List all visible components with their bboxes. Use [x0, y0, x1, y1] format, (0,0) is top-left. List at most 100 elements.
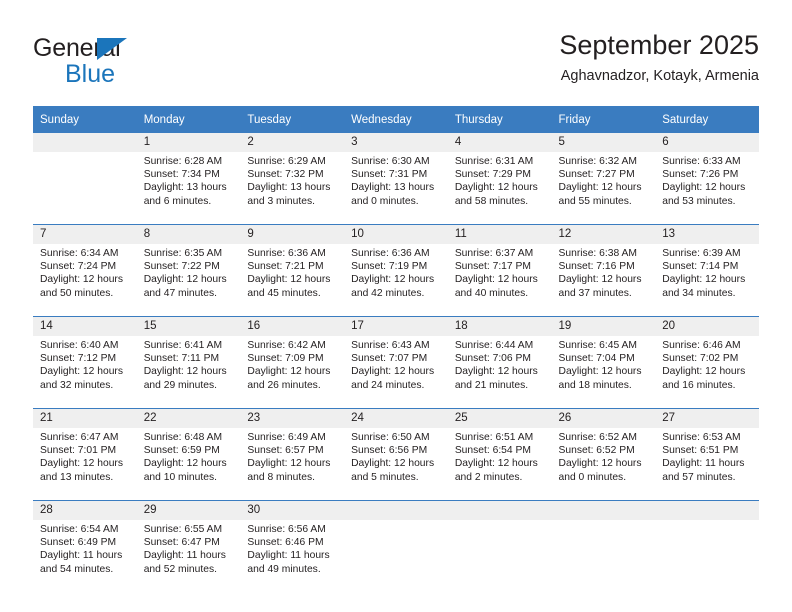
day-cell[interactable]: Sunrise: 6:35 AM Sunset: 7:22 PM Daylight:… [136, 244, 241, 317]
day-number[interactable]: 12 [551, 224, 656, 244]
day-cell[interactable]: Sunrise: 6:38 AM Sunset: 7:16 PM Daylight:… [551, 244, 656, 317]
day-cell[interactable]: Sunrise: 6:29 AM Sunset: 7:32 PM Daylight:… [240, 152, 345, 225]
day-number[interactable]: 17 [344, 316, 448, 336]
daylight-text-cont: and 6 minutes. [143, 195, 212, 207]
day-cell[interactable]: Sunrise: 6:34 AM Sunset: 7:24 PM Daylight:… [33, 244, 137, 317]
day-cell[interactable]: Sunrise: 6:54 AM Sunset: 6:49 PM Daylight:… [33, 520, 137, 592]
day-cell[interactable]: Sunrise: 6:45 AM Sunset: 7:04 PM Daylight:… [551, 336, 656, 409]
sunset-text: Sunset: 7:24 PM [40, 261, 117, 273]
daylight-text: Daylight: 12 hours [662, 366, 746, 378]
day-cell[interactable]: Sunrise: 6:37 AM Sunset: 7:17 PM Daylight:… [447, 244, 552, 317]
day-number[interactable]: 21 [33, 408, 137, 428]
day-number[interactable]: 28 [33, 500, 137, 520]
day-cell[interactable]: Sunrise: 6:49 AM Sunset: 6:57 PM Daylight:… [240, 428, 345, 501]
daylight-text-cont: and 37 minutes. [558, 287, 632, 299]
day-cell[interactable]: Sunrise: 6:36 AM Sunset: 7:19 PM Daylight:… [344, 244, 448, 317]
daylight-text-cont: and 8 minutes. [247, 471, 315, 483]
day-cell[interactable]: Sunrise: 6:33 AM Sunset: 7:26 PM Daylight:… [655, 152, 759, 225]
sunrise-text: Sunrise: 6:31 AM [454, 156, 534, 167]
daylight-text-cont: and 42 minutes. [351, 287, 425, 299]
day-cell[interactable]: Sunrise: 6:51 AM Sunset: 6:54 PM Daylight:… [447, 428, 552, 501]
day-cell[interactable]: Sunrise: 6:43 AM Sunset: 7:07 PM Daylight:… [344, 336, 448, 409]
day-number[interactable]: 29 [136, 500, 241, 520]
week-detail-row: Sunrise: 6:28 AM Sunset: 7:34 PM Daylight:… [33, 152, 759, 225]
sunset-text: Sunset: 6:57 PM [247, 445, 324, 457]
day-number[interactable]: 2 [240, 133, 345, 152]
day-cell[interactable]: Sunrise: 6:40 AM Sunset: 7:12 PM Daylight:… [33, 336, 137, 409]
day-cell[interactable]: Sunrise: 6:44 AM Sunset: 7:06 PM Daylight:… [447, 336, 552, 409]
day-cell[interactable]: Sunrise: 6:28 AM Sunset: 7:34 PM Daylight:… [136, 152, 241, 225]
daylight-text: Daylight: 12 hours [351, 366, 435, 378]
daylight-text: Daylight: 12 hours [558, 182, 642, 194]
day-cell[interactable]: Sunrise: 6:31 AM Sunset: 7:29 PM Daylight:… [447, 152, 552, 225]
day-number[interactable]: 1 [136, 133, 241, 152]
sunrise-text: Sunrise: 6:32 AM [558, 156, 637, 167]
day-number[interactable]: 25 [447, 408, 552, 428]
daylight-text: Daylight: 11 hours [247, 550, 330, 562]
daylight-text: Daylight: 11 hours [143, 550, 226, 562]
sunset-text: Sunset: 6:49 PM [40, 537, 117, 549]
day-number[interactable]: 18 [447, 316, 552, 336]
daylight-text-cont: and 13 minutes. [40, 471, 114, 483]
day-cell[interactable]: Sunrise: 6:47 AM Sunset: 7:01 PM Daylight:… [33, 428, 137, 501]
daylight-text-cont: and 0 minutes. [351, 195, 419, 207]
daylight-text: Daylight: 12 hours [143, 274, 227, 286]
sunrise-text: Sunrise: 6:51 AM [454, 432, 534, 443]
day-cell[interactable]: Sunrise: 6:56 AM Sunset: 6:46 PM Daylight:… [240, 520, 345, 592]
sunrise-text: Sunrise: 6:41 AM [143, 340, 223, 351]
daylight-text-cont: and 49 minutes. [247, 563, 321, 575]
day-cell[interactable]: Sunrise: 6:50 AM Sunset: 6:56 PM Daylight:… [344, 428, 448, 501]
day-cell[interactable]: Sunrise: 6:39 AM Sunset: 7:14 PM Daylight:… [655, 244, 759, 317]
day-number[interactable]: 19 [551, 316, 656, 336]
day-cell[interactable]: Sunrise: 6:52 AM Sunset: 6:52 PM Daylight:… [551, 428, 656, 501]
day-cell[interactable]: Sunrise: 6:48 AM Sunset: 6:59 PM Daylight:… [136, 428, 241, 501]
sunset-text: Sunset: 7:27 PM [558, 169, 635, 181]
day-number[interactable]: 22 [136, 408, 241, 428]
day-number[interactable]: 15 [136, 316, 241, 336]
day-cell[interactable]: Sunrise: 6:36 AM Sunset: 7:21 PM Daylight:… [240, 244, 345, 317]
day-cell[interactable]: Sunrise: 6:42 AM Sunset: 7:09 PM Daylight:… [240, 336, 345, 409]
daylight-text-cont: and 16 minutes. [662, 379, 736, 391]
day-number[interactable]: 4 [447, 133, 552, 152]
sunset-text: Sunset: 7:14 PM [662, 261, 739, 273]
day-cell[interactable]: Sunrise: 6:41 AM Sunset: 7:11 PM Daylight:… [136, 336, 241, 409]
calendar-page: General Blue September 2025 Aghavnadzor,… [0, 0, 792, 612]
week-detail-row: Sunrise: 6:40 AM Sunset: 7:12 PM Daylight:… [33, 336, 759, 409]
sunset-text: Sunset: 6:56 PM [351, 445, 428, 457]
day-number[interactable]: 23 [240, 408, 345, 428]
daylight-text: Daylight: 12 hours [247, 366, 331, 378]
day-number[interactable]: 14 [33, 316, 137, 336]
day-number[interactable]: 16 [240, 316, 345, 336]
day-cell[interactable]: Sunrise: 6:53 AM Sunset: 6:51 PM Daylight:… [655, 428, 759, 501]
day-number[interactable]: 13 [655, 224, 759, 244]
day-cell[interactable]: Sunrise: 6:32 AM Sunset: 7:27 PM Daylight:… [551, 152, 656, 225]
daylight-text-cont: and 2 minutes. [454, 471, 523, 483]
day-cell[interactable]: Sunrise: 6:46 AM Sunset: 7:02 PM Daylight:… [655, 336, 759, 409]
day-number[interactable]: 27 [655, 408, 759, 428]
sunset-text: Sunset: 6:54 PM [454, 445, 531, 457]
daylight-text: Daylight: 12 hours [351, 458, 435, 470]
day-number[interactable]: 26 [551, 408, 656, 428]
day-number[interactable]: 9 [240, 224, 345, 244]
day-number[interactable]: 11 [447, 224, 552, 244]
day-cell-empty [447, 520, 552, 592]
day-number[interactable]: 5 [551, 133, 656, 152]
logo-triangle-icon [97, 38, 127, 60]
day-number[interactable]: 7 [33, 224, 137, 244]
day-cell[interactable]: Sunrise: 6:30 AM Sunset: 7:31 PM Daylight:… [344, 152, 448, 225]
daylight-text-cont: and 5 minutes. [351, 471, 419, 483]
day-number[interactable]: 24 [344, 408, 448, 428]
daylight-text-cont: and 3 minutes. [247, 195, 315, 207]
day-number[interactable]: 20 [655, 316, 759, 336]
day-number[interactable]: 3 [344, 133, 448, 152]
sunset-text: Sunset: 7:22 PM [143, 261, 220, 273]
sunset-text: Sunset: 7:12 PM [40, 353, 117, 365]
day-number[interactable]: 10 [344, 224, 448, 244]
page-subtitle: Aghavnadzor, Kotayk, Armenia [560, 68, 759, 84]
day-cell[interactable]: Sunrise: 6:55 AM Sunset: 6:47 PM Daylight:… [136, 520, 241, 592]
day-number[interactable]: 6 [655, 133, 759, 152]
day-number-empty [551, 500, 656, 520]
day-number[interactable]: 30 [240, 500, 345, 520]
daylight-text: Daylight: 12 hours [558, 366, 642, 378]
day-number[interactable]: 8 [136, 224, 241, 244]
